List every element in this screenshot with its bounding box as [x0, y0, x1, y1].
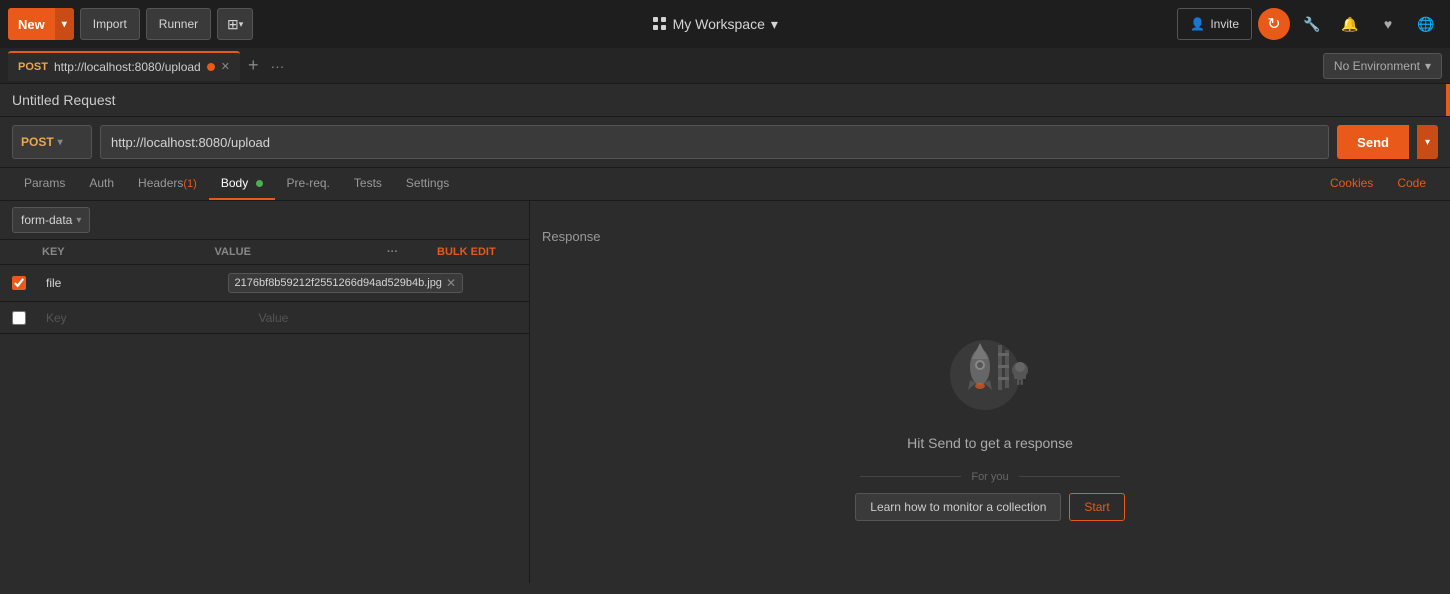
- layout-button[interactable]: ⊞ ▾: [217, 8, 253, 40]
- right-panel: Response: [530, 201, 1450, 583]
- for-you-divider: For you: [860, 471, 1120, 483]
- notifications-button[interactable]: 🔔: [1334, 8, 1366, 40]
- kv-header: KEY VALUE ··· Bulk Edit: [0, 240, 529, 265]
- hit-send-message: Hit Send to get a response: [907, 435, 1073, 451]
- monitor-collection-button[interactable]: Learn how to monitor a collection: [855, 493, 1061, 521]
- globe-icon: 🌐: [1417, 16, 1434, 33]
- environment-selector[interactable]: No Environment ▾: [1323, 53, 1442, 79]
- method-label: POST: [21, 135, 54, 149]
- row-checkbox-2[interactable]: [12, 311, 26, 325]
- value-column-header: VALUE: [215, 246, 388, 258]
- kv-table: KEY VALUE ··· Bulk Edit file 2176bf8b592…: [0, 240, 529, 583]
- top-nav: New ▾ Import Runner ⊞ ▾ My Workspace ▾ 👤…: [0, 0, 1450, 48]
- workspace-dropdown-icon: ▾: [771, 16, 778, 33]
- start-button[interactable]: Start: [1069, 493, 1124, 521]
- row-checkbox-1[interactable]: [12, 276, 26, 290]
- request-title-bar: Untitled Request: [0, 84, 1450, 117]
- request-title: Untitled Request: [12, 92, 116, 108]
- send-button[interactable]: Send: [1337, 125, 1409, 159]
- request-tabs: Params Auth Headers(1) Body Pre-req. Tes…: [0, 168, 1450, 201]
- send-dropdown-button[interactable]: ▾: [1417, 125, 1438, 159]
- file-badge: 2176bf8b59212f2551266d94ad529b4b.jpg ✕: [228, 273, 463, 293]
- key-cell-1[interactable]: file: [42, 272, 224, 294]
- tab-settings[interactable]: Settings: [394, 168, 461, 200]
- invite-label: Invite: [1210, 17, 1239, 31]
- favorites-button[interactable]: ♥: [1372, 8, 1404, 40]
- workspace-selector[interactable]: My Workspace ▾: [259, 16, 1171, 33]
- method-dropdown-icon: ▾: [58, 137, 63, 148]
- new-dropdown-arrow[interactable]: ▾: [55, 8, 74, 40]
- response-title: Response: [530, 221, 613, 252]
- sync-icon: ↻: [1267, 14, 1280, 34]
- table-row: file 2176bf8b59212f2551266d94ad529b4b.jp…: [0, 265, 529, 302]
- tab-url-label: http://localhost:8080/upload: [54, 60, 201, 74]
- body-active-dot: [256, 180, 263, 187]
- main-content: form-data ▾ KEY VALUE ··· Bulk Edit file…: [0, 201, 1450, 583]
- invite-button[interactable]: 👤 Invite: [1177, 8, 1252, 40]
- settings-button[interactable]: 🔧: [1296, 8, 1328, 40]
- new-button-label: New: [8, 17, 55, 32]
- tab-add-button[interactable]: +: [244, 55, 263, 76]
- response-empty-state: Hit Send to get a response For you Learn…: [530, 252, 1450, 583]
- bulk-edit-button[interactable]: Bulk Edit: [437, 246, 517, 258]
- url-bar: POST ▾ Send ▾: [0, 117, 1450, 168]
- more-column-header: ···: [387, 246, 437, 258]
- tab-bar: POST http://localhost:8080/upload ✕ + ··…: [0, 48, 1450, 84]
- bell-icon: 🔔: [1341, 16, 1358, 33]
- for-you-section: For you Learn how to monitor a collectio…: [855, 471, 1124, 521]
- key-cell-placeholder[interactable]: Key: [42, 307, 255, 329]
- body-type-dropdown-icon: ▾: [76, 215, 81, 226]
- nav-icons-right: ↻ 🔧 🔔 ♥ 🌐: [1258, 8, 1442, 40]
- tab-close-icon[interactable]: ✕: [221, 60, 230, 73]
- sync-button[interactable]: ↻: [1258, 8, 1290, 40]
- left-panel: form-data ▾ KEY VALUE ··· Bulk Edit file…: [0, 201, 530, 583]
- tab-body[interactable]: Body: [209, 168, 275, 200]
- body-type-select[interactable]: form-data ▾: [12, 207, 90, 233]
- tab-params[interactable]: Params: [12, 168, 77, 200]
- workspace-name: My Workspace: [673, 16, 765, 32]
- runner-button[interactable]: Runner: [146, 8, 211, 40]
- send-dropdown-icon: ▾: [1425, 137, 1430, 148]
- method-select[interactable]: POST ▾: [12, 125, 92, 159]
- account-button[interactable]: 🌐: [1410, 8, 1442, 40]
- invite-user-icon: 👤: [1190, 17, 1205, 31]
- body-type-label: form-data: [21, 213, 72, 227]
- tab-method-label: POST: [18, 61, 48, 73]
- key-column-header: KEY: [42, 246, 215, 258]
- workspace-grid-icon: [653, 17, 667, 31]
- layout-icon: ⊞: [227, 16, 239, 33]
- tab-auth[interactable]: Auth: [77, 168, 126, 200]
- tab-more-button[interactable]: ···: [266, 58, 288, 74]
- request-tab-active[interactable]: POST http://localhost:8080/upload ✕: [8, 51, 240, 81]
- file-remove-icon[interactable]: ✕: [446, 276, 456, 290]
- tab-unsaved-dot: [207, 63, 215, 71]
- env-dropdown-icon: ▾: [1425, 59, 1431, 73]
- file-name: 2176bf8b59212f2551266d94ad529b4b.jpg: [235, 277, 442, 289]
- environment-label: No Environment: [1334, 59, 1420, 73]
- tab-tests[interactable]: Tests: [342, 168, 394, 200]
- tab-code[interactable]: Code: [1385, 168, 1438, 200]
- tab-prereq[interactable]: Pre-req.: [275, 168, 342, 200]
- body-toolbar: form-data ▾: [0, 201, 529, 240]
- url-input[interactable]: [100, 125, 1329, 159]
- table-row: Key Value: [0, 302, 529, 334]
- layout-arrow-icon: ▾: [239, 19, 244, 30]
- monitor-row: Learn how to monitor a collection Start: [855, 493, 1124, 521]
- value-cell-placeholder[interactable]: Value: [255, 307, 468, 329]
- new-button[interactable]: New ▾: [8, 8, 74, 40]
- for-you-label: For you: [971, 471, 1008, 483]
- import-button[interactable]: Import: [80, 8, 140, 40]
- tab-cookies[interactable]: Cookies: [1318, 168, 1385, 200]
- tab-headers[interactable]: Headers(1): [126, 168, 209, 200]
- value-cell-1[interactable]: 2176bf8b59212f2551266d94ad529b4b.jpg ✕: [224, 269, 467, 297]
- wrench-icon: 🔧: [1303, 16, 1320, 33]
- heart-icon: ♥: [1384, 16, 1392, 32]
- rocket-illustration: [930, 315, 1050, 415]
- unsaved-indicator: [1446, 84, 1450, 116]
